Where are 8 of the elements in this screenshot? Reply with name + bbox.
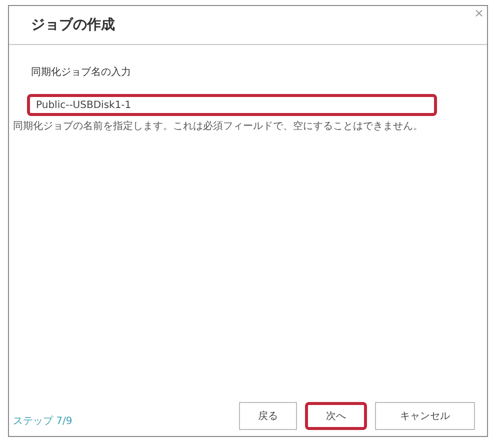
- dialog-button[interactable]: 次へ: [305, 402, 367, 430]
- dialog-title: ジョブの作成: [31, 16, 115, 34]
- help-text: 同期化ジョブの名前を指定します。これは必須フィールドで、空にすることはできません。: [13, 120, 423, 133]
- dialog-button[interactable]: 戻る: [239, 402, 297, 430]
- input-field[interactable]: Public--USBDisk1-1: [27, 94, 437, 116]
- step-indicator: ステップ 7/9: [13, 414, 72, 428]
- section-label: 同期化ジョブ名の入力: [31, 66, 131, 79]
- dialog-button[interactable]: キャンセル: [375, 402, 475, 430]
